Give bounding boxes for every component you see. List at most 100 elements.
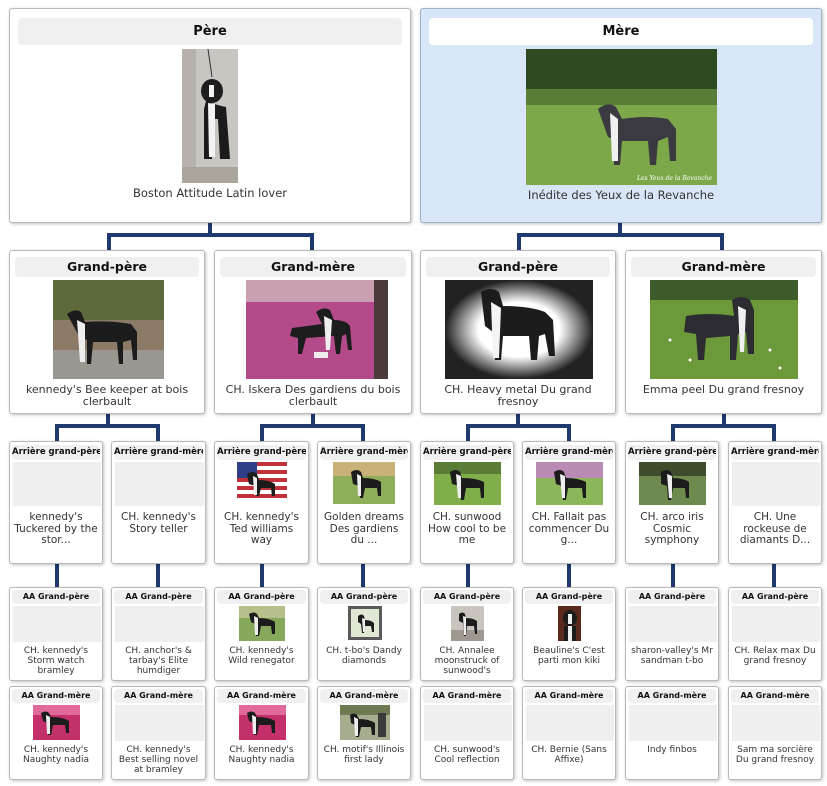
grandparent-card[interactable]: Grand-père CH. Heavy metal Du grand fres…	[420, 250, 616, 414]
great-grandparent-card[interactable]: Arrière grand-mère CH. Une rockeuse de d…	[728, 441, 822, 564]
dog-name[interactable]: CH. Iskera Des gardiens du bois clerbaul…	[219, 384, 407, 408]
dog-photo[interactable]	[434, 462, 501, 505]
dog-name[interactable]: Emma peel Du grand fresnoy	[630, 384, 817, 396]
dog-name[interactable]: CH. sunwood How cool to be me	[425, 512, 509, 547]
dog-photo[interactable]	[340, 705, 390, 740]
aa-grandfather-card[interactable]: AA Grand-père CH. Annalee moonstruck of …	[420, 587, 514, 681]
great-grandparent-card[interactable]: Arrière grand-mère Golden dreams Des gar…	[317, 441, 411, 564]
card-header: AA Grand-mère	[731, 689, 819, 703]
card-header: Arrière grand-père	[628, 445, 716, 460]
aa-grandmother-card[interactable]: AA Grand-mère CH. kennedy's Naughty nadi…	[9, 686, 103, 780]
dog-photo[interactable]	[451, 606, 484, 641]
card-header: Arrière grand-mère	[731, 445, 819, 460]
connector-line	[772, 424, 776, 442]
aa-grandfather-card[interactable]: AA Grand-père sharon-valley's Mr sandman…	[625, 587, 719, 681]
dog-name[interactable]: CH. Fallait pas commencer Du g...	[527, 512, 611, 547]
connector-line	[156, 424, 160, 442]
grandparent-card[interactable]: Grand-mère Emma peel Du grand fresnoy	[625, 250, 822, 414]
dog-name[interactable]: CH. Heavy metal Du grand fresnoy	[425, 384, 611, 408]
dog-name[interactable]: kennedy's Bee keeper at bois clerbault	[14, 384, 200, 408]
aa-grandmother-card[interactable]: AA Grand-mère Sam ma sorcière Du grand f…	[728, 686, 822, 780]
aa-grandfather-card[interactable]: AA Grand-père Beauline's C'est parti mon…	[522, 587, 616, 681]
dog-name[interactable]: CH. kennedy's Storm watch bramley	[14, 646, 98, 676]
card-header: AA Grand-mère	[525, 689, 613, 703]
great-grandparent-card[interactable]: Arrière grand-père kennedy's Tuckered by…	[9, 441, 103, 564]
photo-placeholder	[732, 705, 820, 741]
card-header: Père	[18, 18, 402, 45]
photo-placeholder	[115, 606, 204, 642]
dog-photo[interactable]	[239, 705, 286, 740]
dog-photo[interactable]	[445, 280, 593, 379]
dog-name[interactable]: Indy finbos	[630, 745, 714, 755]
dog-photo[interactable]	[239, 606, 285, 641]
dog-photo[interactable]	[33, 705, 80, 740]
dog-name[interactable]: sharon-valley's Mr sandman t-bo	[630, 646, 714, 666]
card-header: AA Grand-père	[114, 590, 203, 604]
great-grandparent-card[interactable]: Arrière grand-mère CH. Fallait pas comme…	[522, 441, 616, 564]
card-header: AA Grand-père	[320, 590, 408, 604]
aa-grandmother-card[interactable]: AA Grand-mère CH. Bernie (Sans Affixe)	[522, 686, 616, 780]
card-header: Mère	[429, 18, 813, 45]
dog-name[interactable]: CH. sunwood's Cool reflection	[425, 745, 509, 765]
dog-photo[interactable]	[650, 280, 798, 379]
dog-name[interactable]: CH. kennedy's Ted williams way	[219, 512, 304, 547]
aa-grandmother-card[interactable]: AA Grand-mère CH. sunwood's Cool reflect…	[420, 686, 514, 780]
aa-grandfather-card[interactable]: AA Grand-père CH. kennedy's Storm watch …	[9, 587, 103, 681]
dog-name[interactable]: CH. Relax max Du grand fresnoy	[733, 646, 817, 666]
photo-placeholder	[629, 606, 717, 642]
great-grandparent-card[interactable]: Arrière grand-père CH. arco iris Cosmic …	[625, 441, 719, 564]
connector-line	[55, 424, 160, 428]
aa-grandfather-card[interactable]: AA Grand-père CH. kennedy's Wild renegat…	[214, 587, 309, 681]
great-grandparent-card[interactable]: Arrière grand-père CH. kennedy's Ted wil…	[214, 441, 309, 564]
sire-card[interactable]: Père Boston Attitude Latin lover	[9, 8, 411, 223]
card-header: AA Grand-père	[12, 590, 100, 604]
photo-placeholder	[629, 705, 717, 741]
aa-grandfather-card[interactable]: AA Grand-père CH. Relax max Du grand fre…	[728, 587, 822, 681]
dog-photo[interactable]: Les Yeux de la Revanche	[526, 49, 717, 185]
connector-line	[260, 564, 264, 587]
grandparent-card[interactable]: Grand-père kennedy's Bee keeper at bois …	[9, 250, 205, 414]
connector-line	[517, 233, 521, 251]
dog-name[interactable]: CH. motif's Illinois first lady	[322, 745, 406, 765]
dog-photo[interactable]	[536, 462, 603, 505]
dog-name[interactable]: CH. Une rockeuse de diamants D...	[733, 512, 817, 547]
dog-name[interactable]: CH. anchor's & tarbay's Elite humdiger	[116, 646, 201, 676]
aa-grandmother-card[interactable]: AA Grand-mère Indy finbos	[625, 686, 719, 780]
dog-name[interactable]: CH. kennedy's Naughty nadia	[14, 745, 98, 765]
dog-name[interactable]: CH. Annalee moonstruck of sunwood's	[425, 646, 509, 676]
dog-photo[interactable]	[237, 462, 287, 503]
dog-name[interactable]: CH. kennedy's Wild renegator	[219, 646, 304, 666]
connector-line	[260, 424, 264, 442]
dog-photo[interactable]	[53, 280, 164, 379]
great-grandparent-card[interactable]: Arrière grand-père CH. sunwood How cool …	[420, 441, 514, 564]
dog-photo[interactable]	[182, 49, 238, 183]
aa-grandmother-card[interactable]: AA Grand-mère CH. kennedy's Naughty nadi…	[214, 686, 309, 780]
dog-name[interactable]: CH. arco iris Cosmic symphony	[630, 512, 714, 547]
connector-line	[466, 424, 571, 428]
dog-name[interactable]: Boston Attitude Latin lover	[14, 187, 406, 200]
dog-name[interactable]: CH. kennedy's Naughty nadia	[219, 745, 304, 765]
aa-grandmother-card[interactable]: AA Grand-mère CH. motif's Illinois first…	[317, 686, 411, 780]
dam-card[interactable]: Mère Les Yeux de la Revanche Inédite des…	[420, 8, 822, 223]
dog-photo[interactable]	[558, 606, 581, 641]
dog-name[interactable]: CH. kennedy's Best selling novel at bram…	[116, 745, 201, 775]
aa-grandmother-card[interactable]: AA Grand-mère CH. kennedy's Best selling…	[111, 686, 206, 780]
aa-grandfather-card[interactable]: AA Grand-père CH. anchor's & tarbay's El…	[111, 587, 206, 681]
card-header: Arrière grand-père	[217, 445, 306, 460]
great-grandparent-card[interactable]: Arrière grand-mère CH. kennedy's Story t…	[111, 441, 206, 564]
dog-name[interactable]: Golden dreams Des gardiens du ...	[322, 512, 406, 547]
dog-photo[interactable]	[333, 462, 395, 504]
connector-line	[517, 233, 724, 237]
grandparent-card[interactable]: Grand-mère CH. Iskera Des gardiens du bo…	[214, 250, 412, 414]
dog-name[interactable]: CH. kennedy's Story teller	[116, 512, 201, 535]
dog-name[interactable]: Inédite des Yeux de la Revanche	[425, 189, 817, 202]
dog-name[interactable]: kennedy's Tuckered by the stor...	[14, 512, 98, 547]
dog-photo[interactable]	[348, 606, 382, 640]
dog-photo[interactable]	[246, 280, 388, 379]
dog-name[interactable]: CH. t-bo's Dandy diamonds	[322, 646, 406, 666]
dog-photo[interactable]	[639, 462, 706, 505]
dog-name[interactable]: CH. Bernie (Sans Affixe)	[527, 745, 611, 765]
dog-name[interactable]: Sam ma sorcière Du grand fresnoy	[733, 745, 817, 765]
dog-name[interactable]: Beauline's C'est parti mon kiki	[527, 646, 611, 666]
aa-grandfather-card[interactable]: AA Grand-père CH. t-bo's Dandy diamonds	[317, 587, 411, 681]
